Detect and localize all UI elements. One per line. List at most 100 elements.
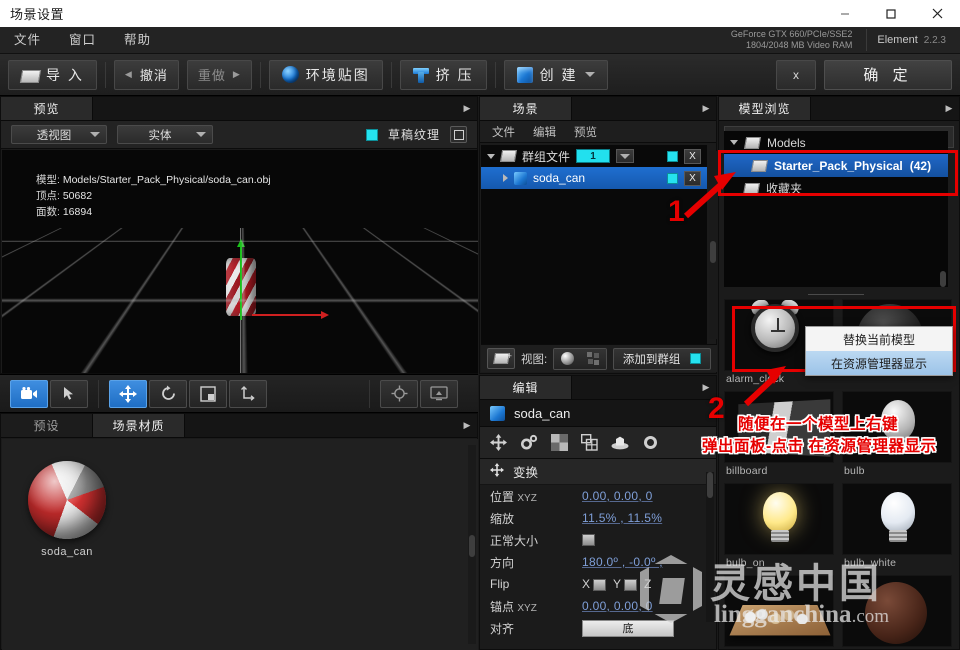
folder-icon (21, 68, 39, 82)
chevron-right-icon[interactable] (503, 174, 508, 182)
tab-presets[interactable]: 预设 (1, 414, 93, 437)
tab-preview[interactable]: 预览 (1, 97, 93, 120)
material-scrollbar[interactable] (468, 445, 476, 644)
folder-row-models[interactable]: Models (724, 131, 948, 154)
material-item[interactable]: soda_can (24, 461, 110, 558)
shading-select[interactable]: 实体 (117, 125, 213, 144)
3d-viewport[interactable]: 模型: Models/Starter_Pack_Physical/soda_ca… (2, 150, 478, 373)
screen-view-button[interactable] (420, 380, 458, 408)
model-visibility-toggle[interactable] (667, 173, 678, 184)
model-path-value: Models/Starter_Pack_Physical/soda_can.ob… (63, 174, 271, 186)
tabbar-filler (572, 97, 696, 120)
gizmo-y-axis[interactable] (240, 246, 242, 320)
scene-menu-preview[interactable]: 预览 (574, 124, 597, 140)
menu-file[interactable]: 文件 (0, 27, 55, 54)
scene-tree: 群组文件 1 X soda_can X (481, 145, 707, 345)
folder-row-favorites[interactable]: 收藏夹 (724, 177, 948, 200)
property-row-anchor: 锚点 XYZ 0.00, 0.00, 0 (480, 595, 716, 617)
environment-tab-icon[interactable] (611, 435, 629, 450)
scene-menu-edit[interactable]: 编辑 (533, 124, 556, 140)
list-view-button[interactable] (580, 349, 606, 369)
move-tool-button[interactable] (109, 380, 147, 408)
material-panel-menu-icon[interactable]: ▶ (457, 414, 477, 437)
extrude-label: 挤 压 (436, 65, 474, 85)
env-map-button[interactable]: 环境贴图 (269, 60, 383, 90)
menu-help[interactable]: 帮助 (110, 27, 165, 54)
scene-menu-file[interactable]: 文件 (492, 124, 515, 140)
create-button[interactable]: 创 建 (504, 60, 608, 90)
axis-tool-button[interactable] (229, 380, 267, 408)
transform-section-header[interactable]: 变换 (480, 459, 716, 485)
scale-label: 缩放 (490, 510, 582, 527)
thumbnail-item[interactable]: bulb_white (842, 483, 956, 572)
add-to-group-toggle[interactable] (690, 353, 701, 364)
position-value[interactable]: 0.00, 0.00, 0 (582, 489, 653, 503)
chevron-down-icon[interactable] (730, 140, 738, 145)
select-tool-button[interactable] (50, 380, 88, 408)
flip-x-checkbox[interactable] (593, 579, 606, 591)
thumbnail-item[interactable]: chess_board (724, 575, 838, 647)
transform-tab-icon[interactable] (490, 434, 507, 451)
tree-row-model[interactable]: soda_can X (481, 167, 707, 189)
maximize-icon[interactable] (868, 0, 914, 27)
preview-panel-menu-icon[interactable]: ▶ (457, 97, 477, 120)
new-folder-button[interactable]: + (487, 348, 515, 369)
undo-button[interactable]: ◀ 撤消 (114, 60, 179, 90)
gears-tab-icon[interactable] (520, 434, 538, 451)
group-visibility-toggle[interactable] (667, 151, 678, 162)
tab-scene[interactable]: 场景 (480, 97, 572, 120)
draft-texture-toggle[interactable] (366, 129, 378, 141)
panel-splitter[interactable] (724, 292, 948, 297)
tab-scene-materials[interactable]: 场景材质 (93, 414, 185, 437)
tab-model-browser[interactable]: 模型浏览 (719, 97, 811, 120)
context-menu-item-show-in-explorer[interactable]: 在资源管理器显示 (806, 351, 952, 375)
annotation-arrow-1 (680, 170, 740, 220)
main-toolbar: 导 入 ◀ 撤消 重做 ▶ 环境贴图 挤 压 创 建 x 确 定 (0, 54, 960, 96)
scene-panel: 场景 ▶ 文件 编辑 预览 群组文件 1 X soda_can (479, 96, 717, 374)
center-view-button[interactable] (380, 380, 418, 408)
normal-size-checkbox[interactable] (582, 534, 595, 546)
scale-value[interactable]: 11.5% , 11.5% (582, 511, 662, 525)
rotate-tool-button[interactable] (149, 380, 187, 408)
tool-group-view (369, 380, 468, 408)
extrude-button[interactable]: 挤 压 (400, 60, 487, 90)
thumbnail-item[interactable]: bulb_on (724, 483, 838, 572)
edit-panel-scrollbar[interactable] (706, 472, 714, 622)
flip-value[interactable]: X Y Z (582, 577, 651, 591)
fullscreen-icon[interactable] (450, 126, 467, 143)
thumbnail-image (842, 483, 952, 555)
minimize-icon[interactable] (822, 0, 868, 27)
cancel-button[interactable]: x (776, 60, 816, 90)
orientation-value[interactable]: 180.0º , -0.0º , (582, 555, 663, 569)
redo-button[interactable]: 重做 ▶ (187, 60, 252, 90)
gizmo-x-axis[interactable] (252, 314, 322, 316)
scale-tool-button[interactable] (189, 380, 227, 408)
scene-panel-menu-icon[interactable]: ▶ (696, 97, 716, 120)
flip-y-checkbox[interactable] (624, 579, 637, 591)
menu-window[interactable]: 窗口 (55, 27, 110, 54)
duplicate-tab-icon[interactable] (581, 434, 598, 451)
view-mode-select[interactable]: 透视图 (11, 125, 107, 144)
add-to-group-button[interactable]: 添加到群组 (613, 348, 711, 370)
folder-row-starter-pack[interactable]: Starter_Pack_Physical (42) (724, 154, 948, 177)
import-button[interactable]: 导 入 (8, 60, 97, 90)
align-dropdown[interactable]: 底 (582, 620, 674, 637)
thumbnail-item[interactable]: dead_planet (842, 575, 956, 647)
anchor-value[interactable]: 0.00, 0.00, 0 (582, 599, 653, 613)
settings-tab-icon[interactable] (642, 434, 659, 451)
confirm-button[interactable]: 确 定 (824, 60, 952, 90)
texture-tab-icon[interactable] (551, 434, 568, 451)
tree-row-group[interactable]: 群组文件 1 X (481, 145, 707, 167)
tab-edit[interactable]: 编辑 (480, 376, 572, 399)
chevron-down-icon[interactable] (487, 154, 495, 159)
group-delete-button[interactable]: X (684, 149, 701, 164)
chevron-down-icon[interactable] (585, 72, 595, 77)
close-icon[interactable] (914, 0, 960, 27)
sphere-view-button[interactable] (554, 349, 580, 369)
annotation-text-line-1: 随便在一个模型上右键 (738, 412, 898, 434)
group-dropdown-icon[interactable] (616, 149, 634, 163)
extrude-icon (413, 67, 429, 83)
browser-panel-menu-icon[interactable]: ▶ (939, 97, 959, 120)
camera-tool-button[interactable] (10, 380, 48, 408)
context-menu-item-replace-model[interactable]: 替换当前模型 (806, 327, 952, 351)
